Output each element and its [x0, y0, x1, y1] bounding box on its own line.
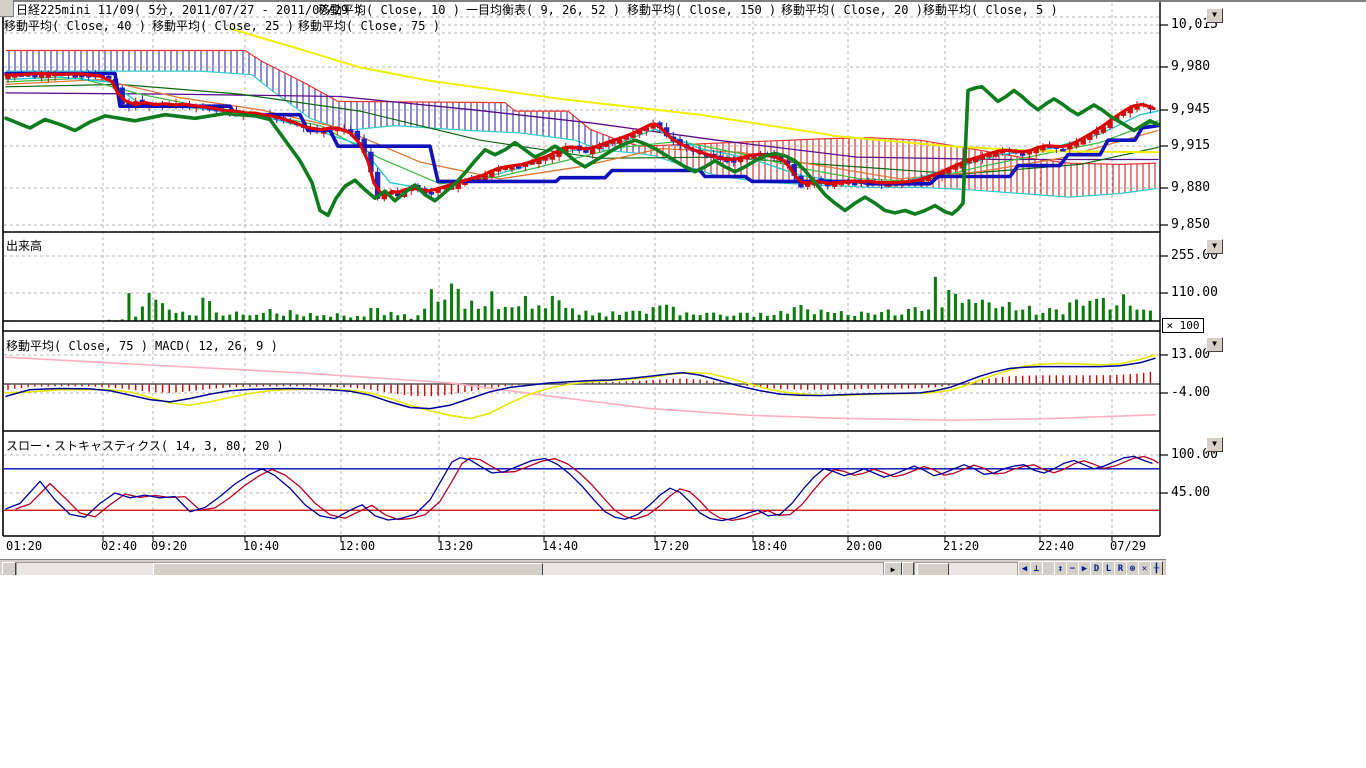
legend-ma75: 移動平均( Close, 75 ) [298, 19, 440, 33]
macd-pane-title: MACD( 12, 26, 9 ) [155, 339, 278, 353]
legend-ma20: 移動平均( Close, 20 ) [781, 3, 923, 17]
chart-application-window: 日経225mini 11/09( 5分, 2011/07/27 - 2011/0… [0, 0, 1366, 768]
volume-multiplier-badge: × 100 [1162, 318, 1204, 333]
chevron-down-icon: ▼ [1212, 339, 1217, 348]
zoom-scrollbar-thumb[interactable] [917, 563, 949, 575]
chevron-down-icon: ▼ [1212, 439, 1217, 448]
time-scrollbar-track[interactable] [16, 562, 884, 575]
crosshair-icon: ╂ [1154, 564, 1159, 574]
draw-icon: D [1094, 564, 1099, 574]
stoch-tick-label: 45.00 [1171, 485, 1210, 500]
time-tick-label: 09:20 [151, 539, 187, 553]
time-tick-label: 17:20 [653, 539, 689, 553]
stoch-pane-dropdown-button[interactable]: ▼ [1206, 437, 1223, 452]
chart-area: 日経225mini 11/09( 5分, 2011/07/27 - 2011/0… [0, 0, 1366, 575]
scroll-right-button[interactable]: ▶ [884, 562, 902, 575]
fit-vertical-icon: ↕ [1058, 564, 1063, 574]
volume-pane-dropdown-button[interactable]: ▼ [1206, 239, 1223, 254]
line-icon: L [1106, 564, 1111, 574]
arrow-right-icon: ▶ [891, 565, 896, 574]
time-tick-label: 02:40 [101, 539, 137, 553]
time-tick-label: 01:20 [6, 539, 42, 553]
scroll-home-button[interactable] [2, 562, 16, 575]
time-tick-label: 20:00 [846, 539, 882, 553]
bottom-scrollbar-strip: ▶ ◀⊥↕−▶DLR⊕✕╂ [0, 559, 1166, 575]
time-tick-label: 12:00 [339, 539, 375, 553]
time-tick-label: 18:40 [751, 539, 787, 553]
legend-ma5: 移動平均( Close, 5 ) [923, 3, 1058, 17]
price-tick-label: 9,915 [1171, 138, 1210, 153]
price-tick-label: 9,945 [1171, 102, 1210, 117]
price-tick-label: 9,980 [1171, 59, 1210, 74]
macd-tick-label: -4.00 [1171, 385, 1210, 400]
anchor-icon: ⊥ [1034, 564, 1039, 574]
stochastics-pane-title: スロー・ストキャスティクス( 14, 3, 80, 20 ) [6, 439, 284, 453]
macd-pane-dropdown-button[interactable]: ▼ [1206, 337, 1223, 352]
volume-tick-label: 110.00 [1171, 285, 1218, 300]
legend-ma25: 移動平均( Close, 25 ) [152, 19, 294, 33]
chevron-down-icon: ▼ [1212, 10, 1217, 19]
zoom-icon: ⊕ [1130, 564, 1135, 574]
volume-pane-title: 出来高 [6, 239, 42, 253]
zoom-scrollbar-track[interactable] [914, 562, 1018, 575]
time-scrollbar-thumb[interactable] [153, 563, 543, 575]
macd-tick-label: 13.00 [1171, 347, 1210, 362]
play-icon: ▶ [1082, 564, 1087, 574]
time-tick-label: 14:40 [542, 539, 578, 553]
time-tick-label: 13:20 [437, 539, 473, 553]
macd-pane-ma75-title: 移動平均( Close, 75 ) [6, 339, 148, 353]
time-tick-label: 21:20 [943, 539, 979, 553]
close-icon: ✕ [1142, 564, 1147, 574]
price-tick-label: 9,850 [1171, 217, 1210, 232]
toolbar-crosshair-button[interactable]: ╂ [1150, 561, 1163, 575]
chevron-down-icon: ▼ [1212, 241, 1217, 250]
time-tick-label: 22:40 [1038, 539, 1074, 553]
legend-instrument: 日経225mini 11/09( 5分, 2011/07/27 - 2011/0… [16, 3, 363, 17]
rotate-icon: R [1118, 564, 1123, 574]
legend-ma40: 移動平均( Close, 40 ) [4, 19, 146, 33]
volume-bars [8, 277, 1150, 321]
time-tick-label: 10:40 [243, 539, 279, 553]
legend-ichimoku: 一目均衡表( 9, 26, 52 ) [466, 3, 620, 17]
price-tick-label: 9,880 [1171, 180, 1210, 195]
splitter-handle[interactable] [902, 562, 914, 575]
window-corner-box [0, 0, 14, 17]
legend-ma10: 移動平均( Close, 10 ) [318, 3, 460, 17]
time-tick-label: 07/29 [1110, 539, 1146, 553]
main-pane-dropdown-button[interactable]: ▼ [1206, 8, 1223, 23]
step-left-icon: ◀ [1022, 564, 1027, 574]
chart-canvas [0, 0, 1366, 575]
legend-ma150: 移動平均( Close, 150 ) [627, 3, 776, 17]
minus-icon: − [1070, 564, 1075, 574]
